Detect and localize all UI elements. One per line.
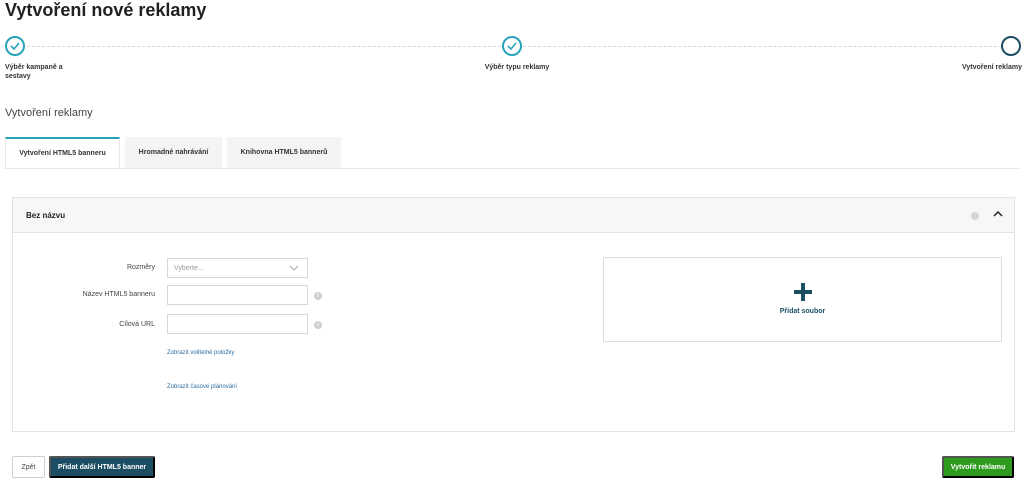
banner-name-label: Název HTML5 banneru — [82, 291, 155, 298]
chevron-up-icon[interactable] — [993, 210, 1003, 218]
section-title: Vytvoření reklamy — [5, 107, 93, 119]
banner-card: Bez názvu Rozměry Vyberte... Název HTML5… — [12, 197, 1015, 432]
add-another-banner-button[interactable]: Přidat další HTML5 banner — [49, 456, 155, 478]
chevron-down-icon — [289, 265, 299, 271]
info-icon[interactable]: i — [314, 292, 322, 300]
tabs-divider — [5, 168, 1019, 169]
plus-icon — [794, 283, 812, 301]
card-title: Bez názvu — [26, 211, 66, 220]
step-1-check-icon — [5, 36, 25, 56]
status-dot-icon — [971, 212, 979, 220]
tab-bulk-upload[interactable]: Hromadné nahrávání — [125, 137, 222, 168]
step-3-label: Vytvoření reklamy — [961, 64, 1022, 71]
show-scheduling-link[interactable]: Zobrazit časové plánování — [167, 384, 237, 390]
create-ad-button[interactable]: Vytvořit reklamu — [942, 456, 1014, 478]
tab-create-html5-banner[interactable]: Vytvoření HTML5 banneru — [5, 137, 120, 168]
tab-html5-library[interactable]: Knihovna HTML5 bannerů — [227, 137, 341, 168]
banner-name-input[interactable] — [167, 285, 308, 305]
show-optional-fields-link[interactable]: Zobrazit volitelné položky — [167, 350, 234, 356]
info-icon[interactable]: i — [314, 321, 322, 329]
dimensions-placeholder: Vyberte... — [174, 265, 204, 272]
add-file-label: Přidat soubor — [779, 308, 826, 315]
card-header[interactable]: Bez názvu — [13, 198, 1014, 233]
dimensions-select[interactable]: Vyberte... — [167, 258, 308, 278]
step-2-check-icon — [502, 36, 522, 56]
file-dropzone[interactable]: Přidat soubor — [603, 257, 1002, 342]
page-title: Vytvoření nové reklamy — [5, 0, 207, 20]
back-button[interactable]: Zpět — [12, 456, 45, 478]
target-url-input[interactable] — [167, 314, 308, 334]
target-url-label: Cílová URL — [119, 321, 155, 328]
step-2-label: Výběr typu reklamy — [484, 64, 550, 71]
step-3-current-icon — [1001, 36, 1021, 56]
step-1-label: Výběr kampaně a sestavy — [5, 64, 63, 80]
tab-bar: Vytvoření HTML5 banneru Hromadné nahrává… — [5, 137, 341, 168]
dimensions-label: Rozměry — [126, 264, 155, 271]
